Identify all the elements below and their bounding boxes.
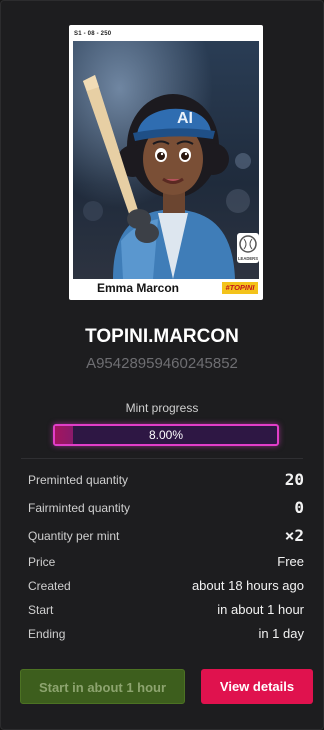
mint-progress-label: Mint progress xyxy=(125,401,199,415)
nft-card-image[interactable]: S1 - 08 - 250 AI LEADERS Emma Marcon #TO… xyxy=(69,25,263,300)
stat-label: Preminted quantity xyxy=(28,473,129,487)
stat-label: Price xyxy=(28,555,56,569)
stat-value: ×2 xyxy=(284,526,304,545)
divider xyxy=(21,458,303,459)
collection-title: TOPINI.MARCON xyxy=(85,326,239,347)
card-serial: S1 - 08 - 250 xyxy=(74,31,112,37)
stat-value: about 18 hours ago xyxy=(191,578,304,593)
badge-text: LEADERS xyxy=(238,256,258,261)
leaders-badge: LEADERS xyxy=(237,233,259,263)
cap-logo: AI xyxy=(177,110,193,127)
stat-value: 0 xyxy=(294,498,304,517)
baseball-player-illustration: AI xyxy=(73,41,259,279)
stat-value: Free xyxy=(277,554,304,569)
asset-id: A95428959460245852 xyxy=(86,355,238,372)
stat-preminted: Preminted quantity 20 xyxy=(28,469,304,491)
brand-tag: #TOPINI xyxy=(222,282,258,294)
stat-value: in 1 day xyxy=(258,626,304,641)
stat-start: Start in about 1 hour xyxy=(28,599,304,621)
player-name: Emma Marcon xyxy=(96,281,180,295)
stat-value: in about 1 hour xyxy=(217,602,304,617)
stat-label: Start xyxy=(28,603,54,617)
stat-price: Price Free xyxy=(28,551,304,573)
stat-label: Created xyxy=(28,579,71,593)
mint-progress-percent: 8.00% xyxy=(148,428,184,442)
stat-quantity-per-mint: Quantity per mint ×2 xyxy=(28,525,304,547)
stat-value: 20 xyxy=(284,470,304,489)
stat-created: Created about 18 hours ago xyxy=(28,575,304,597)
stat-fairminted: Fairminted quantity 0 xyxy=(28,497,304,519)
stat-label: Quantity per mint xyxy=(28,529,120,543)
start-mint-button[interactable]: Start in about 1 hour xyxy=(20,669,185,704)
stat-ending: Ending in 1 day xyxy=(28,623,304,645)
stat-label: Ending xyxy=(28,627,66,641)
stat-label: Fairminted quantity xyxy=(28,501,131,515)
view-details-button[interactable]: View details xyxy=(201,669,313,704)
mint-progress-bar: 8.00% xyxy=(53,424,279,446)
mint-card: S1 - 08 - 250 AI LEADERS Emma Marcon #TO… xyxy=(0,0,324,730)
